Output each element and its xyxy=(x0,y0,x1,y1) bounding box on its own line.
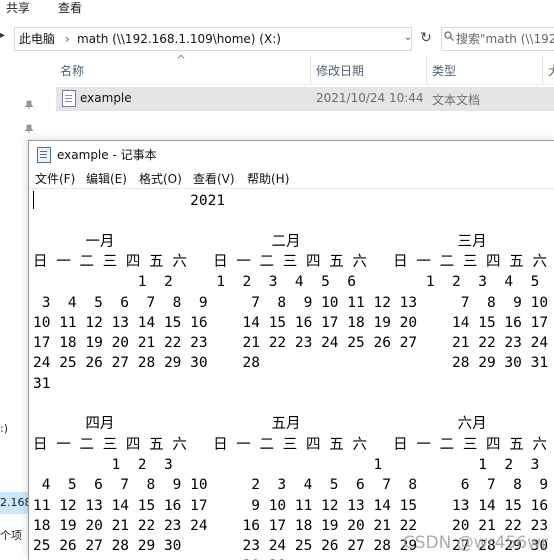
text-line: 17 18 19 20 21 22 23 21 22 23 24 25 26 2… xyxy=(33,335,549,352)
watermark: CSDN @wr456wr xyxy=(402,533,548,553)
sort-ascending-icon: ^ xyxy=(176,53,187,67)
notepad-title: example - 记事本 xyxy=(57,148,157,162)
column-name[interactable]: 名称 xyxy=(60,62,84,79)
tab-share[interactable]: 共享 xyxy=(6,0,30,16)
search-input[interactable]: 搜索"math (\\192. xyxy=(441,27,554,51)
menu-file[interactable]: 文件(F) xyxy=(35,170,75,187)
text-file-icon xyxy=(62,90,76,107)
file-type: 文本文档 xyxy=(432,93,481,107)
notepad-menubar: 文件(F) 编辑(E) 格式(O) 查看(V) 帮助(H) xyxy=(29,168,554,189)
refresh-icon[interactable]: ↻ xyxy=(416,27,436,49)
address-bar[interactable]: 此电脑 › math (\\192.168.1.109\home) (X:) xyxy=(14,27,412,51)
text-line: 一月 二月 三月 xyxy=(33,233,487,250)
text-line: 11 12 13 14 15 16 17 9 10 11 12 13 14 15… xyxy=(33,497,549,514)
pin-icon[interactable] xyxy=(24,100,34,113)
menu-help[interactable]: 帮助(H) xyxy=(247,170,289,187)
nav-item-label[interactable]: 2.168 xyxy=(0,496,32,509)
nav-item-label[interactable]: :) xyxy=(0,422,8,435)
notepad-title-bar[interactable]: example - 记事本 xyxy=(29,141,554,167)
text-line: 4 5 6 7 8 9 10 2 3 4 5 6 7 8 6 7 8 9 10 … xyxy=(41,477,549,494)
text-line: 24 25 26 27 28 29 30 28 28 29 30 31 xyxy=(33,355,549,372)
text-line: 30 31 xyxy=(33,556,287,560)
menu-edit[interactable]: 编辑(E) xyxy=(86,170,127,187)
file-modified: 2021/10/24 10:44 xyxy=(316,91,424,105)
column-type[interactable]: 类型 xyxy=(432,62,456,79)
text-line: 四月 五月 六月 xyxy=(33,416,487,433)
breadcrumb-drive[interactable]: math (\\192.168.1.109\home) (X:) xyxy=(77,31,281,47)
column-divider[interactable] xyxy=(542,56,543,84)
text-line: 1 2 3 1 1 2 3 4 5 xyxy=(33,456,554,473)
search-icon xyxy=(444,31,454,44)
tab-view[interactable]: 查看 xyxy=(58,0,82,16)
breadcrumb-separator: › xyxy=(65,32,70,46)
menu-view[interactable]: 查看(V) xyxy=(193,170,235,187)
file-list-header: ^ 名称 修改日期 类型 大 xyxy=(56,53,554,85)
text-line: 31 xyxy=(33,375,51,392)
text-line: 1 2 1 2 3 4 5 6 1 2 3 4 5 6 xyxy=(33,274,554,291)
file-row[interactable]: example 2021/10/24 10:44 文本文档 xyxy=(56,87,554,111)
file-name: example xyxy=(80,91,132,105)
text-line: 日 一 二 三 四 五 六 日 一 二 三 四 五 六 日 一 二 三 四 五 … xyxy=(33,436,548,453)
menu-format[interactable]: 格式(O) xyxy=(139,170,182,187)
text-line: 10 11 12 13 14 15 16 14 15 16 17 18 19 2… xyxy=(33,314,549,331)
ribbon-tabs: 共享 查看 xyxy=(0,0,554,20)
navigation-pane: :) 2.168 个项 xyxy=(0,52,34,559)
text-line: 日 一 二 三 四 五 六 日 一 二 三 四 五 六 日 一 二 三 四 五 … xyxy=(33,253,548,270)
address-dropdown-icon[interactable]: ⌄ xyxy=(398,27,418,49)
column-size[interactable]: 大 xyxy=(548,62,554,79)
text-line: 3 4 5 6 7 8 9 7 8 9 10 11 12 13 7 8 9 10… xyxy=(41,294,549,311)
pin-icon[interactable] xyxy=(24,124,34,137)
notepad-window: example - 记事本 文件(F) 编辑(E) 格式(O) 查看(V) 帮助… xyxy=(28,140,554,560)
column-divider[interactable] xyxy=(310,56,311,84)
nav-arrow-icon[interactable]: ▸ xyxy=(0,30,5,41)
text-line: 2021 xyxy=(33,193,226,209)
status-item-count: 个项 xyxy=(0,529,22,542)
address-row: ▸ 此电脑 › math (\\192.168.1.109\home) (X:)… xyxy=(0,24,554,52)
breadcrumb-this-pc[interactable]: 此电脑 xyxy=(19,31,55,47)
search-placeholder: 搜索"math (\\192. xyxy=(456,32,554,46)
notepad-icon xyxy=(37,147,51,163)
column-modified[interactable]: 修改日期 xyxy=(316,62,364,79)
column-divider[interactable] xyxy=(426,56,427,84)
notepad-text-area[interactable]: 2021 一月 二月 三月日 一 二 三 四 五 六 日 一 二 三 四 五 六… xyxy=(29,189,554,560)
